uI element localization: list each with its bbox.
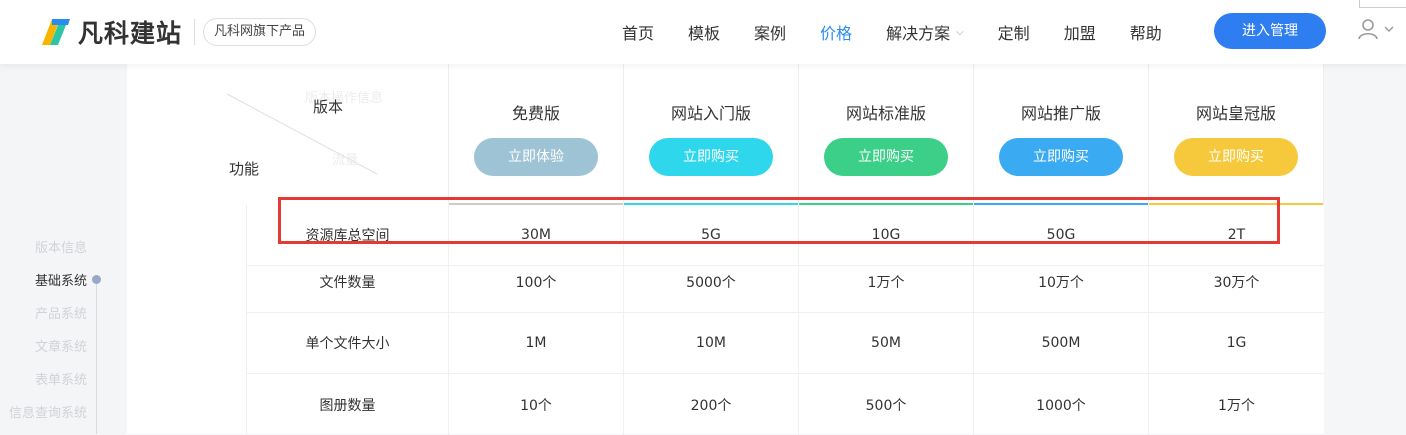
function-label: 功能 — [229, 160, 260, 178]
side-item-query[interactable]: 信息查询系统 — [9, 402, 87, 421]
side-item-form[interactable]: 表单系统 — [35, 369, 87, 388]
plan-name: 网站入门版 — [670, 104, 751, 123]
logo-icon — [38, 15, 72, 49]
nav-label: 模板 — [688, 24, 721, 43]
side-item-version[interactable]: 版本信息 — [35, 237, 87, 256]
plan-crown: 网站皇冠版 立即购买 — [1149, 64, 1324, 205]
value-cell: 10万个 — [974, 252, 1149, 312]
nav-pricing[interactable]: 价格 — [820, 20, 852, 44]
side-item-basic[interactable]: 基础系统 — [35, 270, 87, 289]
value-cell: 1000个 — [974, 374, 1149, 435]
plan-free: 免费版 立即体验 — [449, 64, 624, 205]
chevron-down-icon — [1384, 26, 1394, 32]
value-cell: 10个 — [449, 374, 624, 435]
value-cell: 1万个 — [1218, 397, 1255, 414]
buy-promotion-button[interactable]: 立即购买 — [999, 138, 1123, 176]
plan-standard: 网站标准版 立即购买 — [799, 64, 974, 205]
nav-label: 案例 — [754, 24, 787, 43]
slogan-badge: 凡科网旗下产品 — [203, 18, 317, 46]
nav-label: 价格 — [820, 24, 853, 43]
plan-name: 网站皇冠版 — [1195, 104, 1276, 123]
nav-solutions[interactable]: 解决方案 ⌵ — [886, 20, 964, 44]
plan-name: 网站推广版 — [1020, 104, 1101, 123]
nav-label: 首页 — [622, 24, 655, 43]
nav-home[interactable]: 首页 — [622, 20, 654, 44]
table-row: 文件数量 100个 5000个 1万个 10万个 30万个 — [247, 252, 1324, 313]
ghost-text: 流量 — [332, 153, 359, 168]
main-nav: 首页 模板 案例 价格 解决方案 ⌵ 定制 加盟 帮助 — [605, 0, 1179, 64]
value-cell: 500M — [974, 313, 1149, 373]
value-cell: 500个 — [799, 374, 974, 435]
value-cell: 1万个 — [799, 252, 974, 312]
value-cell: 30万个 — [1213, 275, 1260, 291]
buy-crown-button[interactable]: 立即购买 — [1174, 138, 1298, 176]
logo-divider — [194, 19, 196, 45]
nav-label: 加盟 — [1063, 24, 1096, 43]
row-gutter — [127, 205, 247, 434]
table-corner: 版本操作信息 流量 版本 功能 — [127, 64, 449, 205]
active-indicator-dot — [92, 275, 101, 284]
nav-templates[interactable]: 模板 — [688, 20, 720, 44]
side-item-product[interactable]: 产品系统 — [35, 303, 87, 322]
plan-promotion: 网站推广版 立即购买 — [974, 64, 1149, 205]
nav-help[interactable]: 帮助 — [1130, 20, 1162, 44]
version-label: 版本 — [313, 98, 344, 116]
buy-starter-button[interactable]: 立即购买 — [649, 138, 773, 176]
top-header: 凡科建站 凡科网旗下产品 首页 模板 案例 价格 解决方案 ⌵ 定制 加盟 帮助 … — [0, 0, 1406, 64]
plan-name: 免费版 — [511, 104, 560, 123]
value-cell: 10M — [624, 313, 799, 373]
table-row: 单个文件大小 1M 10M 50M 500M 1G — [247, 313, 1324, 374]
brand-name: 凡科建站 — [78, 19, 183, 48]
user-menu[interactable] — [1357, 18, 1395, 40]
try-free-button[interactable]: 立即体验 — [474, 138, 598, 176]
feature-cell: 图册数量 — [247, 374, 449, 435]
nav-label: 解决方案 — [886, 24, 951, 43]
value-cell: 1G — [1226, 335, 1247, 351]
user-icon — [1358, 19, 1378, 40]
side-nav: 版本信息 基础系统 产品系统 文章系统 表单系统 信息查询系统 — [0, 64, 127, 434]
side-item-article[interactable]: 文章系统 — [35, 336, 87, 355]
diagonal-divider — [226, 93, 378, 175]
value-cell: 100个 — [449, 252, 624, 312]
value-cell: 50M — [799, 313, 974, 373]
nav-custom[interactable]: 定制 — [998, 20, 1030, 44]
nav-franchise[interactable]: 加盟 — [1064, 20, 1096, 44]
table-row: 图册数量 10个 200个 500个 1000个 1万个 — [247, 374, 1324, 435]
nav-label: 帮助 — [1129, 24, 1162, 43]
value-cell: 1M — [449, 313, 624, 373]
nav-label: 定制 — [997, 24, 1030, 43]
plan-starter: 网站入门版 立即购买 — [624, 64, 799, 205]
pricing-table: 版本操作信息 流量 版本 功能 免费版 立即体验 网站入门版 立即购买 网站标准… — [127, 64, 1324, 435]
brand-logo[interactable]: 凡科建站 — [38, 13, 196, 51]
chevron-down-icon: ⌵ — [956, 26, 964, 38]
corner-tab — [1359, 0, 1406, 8]
enter-management-button[interactable]: 进入管理 — [1214, 13, 1326, 49]
plan-name: 网站标准版 — [845, 104, 926, 123]
side-track — [96, 279, 97, 434]
buy-standard-button[interactable]: 立即购买 — [824, 138, 948, 176]
nav-cases[interactable]: 案例 — [754, 20, 786, 44]
feature-cell: 单个文件大小 — [247, 313, 449, 373]
value-cell: 200个 — [624, 374, 799, 435]
value-cell: 5000个 — [624, 252, 799, 312]
feature-cell: 文件数量 — [247, 252, 449, 312]
